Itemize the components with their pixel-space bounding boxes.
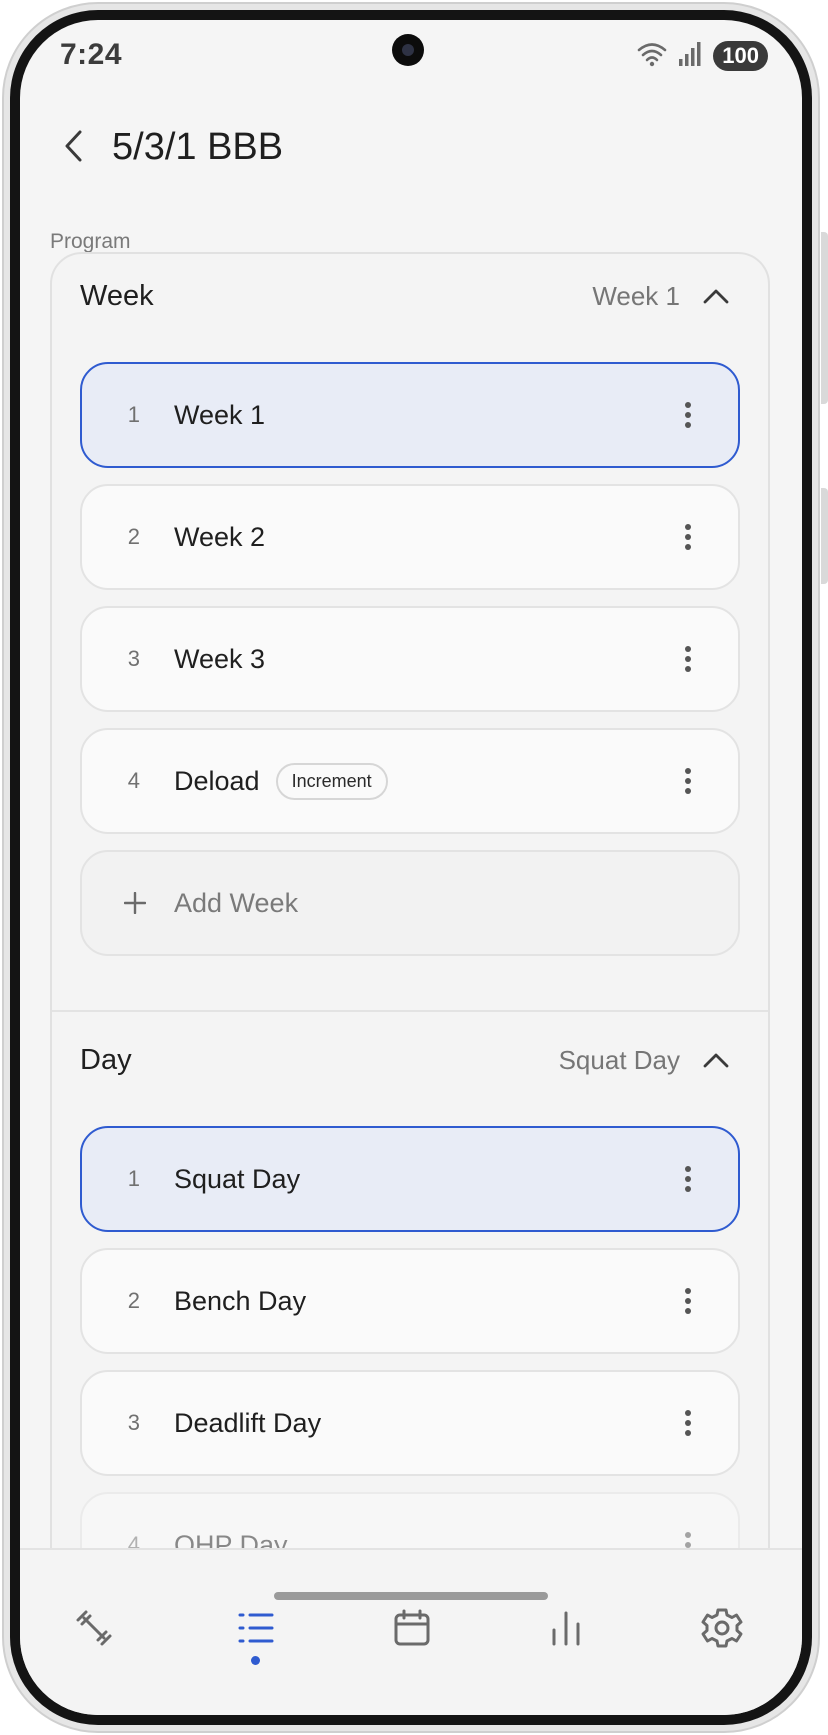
- week-row-3[interactable]: 3 Week 3: [80, 606, 740, 712]
- more-vert-icon[interactable]: [678, 1281, 698, 1321]
- week-group-title: Week: [80, 279, 154, 312]
- bar-chart-icon: [549, 1609, 583, 1652]
- more-vert-icon[interactable]: [678, 395, 698, 435]
- list-icon: [237, 1611, 275, 1650]
- chevron-up-icon[interactable]: [696, 276, 736, 316]
- row-index: 1: [127, 402, 140, 427]
- status-icons: 100: [637, 40, 768, 72]
- row-label: Deadlift Day: [174, 1407, 322, 1438]
- plus-icon: [82, 892, 174, 914]
- row-index: 4: [127, 768, 140, 793]
- volume-button: [821, 232, 828, 404]
- nav-calendar[interactable]: [388, 1606, 436, 1654]
- group-divider: [52, 1010, 768, 1012]
- day-row-3[interactable]: 3 Deadlift Day: [80, 1370, 740, 1476]
- active-indicator: [251, 1656, 260, 1665]
- dumbbell-icon: [73, 1607, 115, 1654]
- week-row-4[interactable]: 4 Deload Increment: [80, 728, 740, 834]
- week-row-1[interactable]: 1 Week 1: [80, 362, 740, 468]
- more-vert-icon[interactable]: [678, 1159, 698, 1199]
- nav-programs[interactable]: [232, 1606, 280, 1654]
- nav-settings[interactable]: [698, 1606, 746, 1654]
- row-index: 1: [127, 1166, 140, 1191]
- increment-badge: Increment: [275, 762, 388, 800]
- row-label: Week 2: [174, 521, 266, 552]
- row-index: 2: [127, 524, 140, 549]
- week-group-header[interactable]: Week Week 1: [80, 266, 736, 326]
- more-vert-icon[interactable]: [678, 1403, 698, 1443]
- row-index: 3: [127, 1410, 140, 1435]
- row-label: Week 3: [174, 643, 266, 674]
- page-title: 5/3/1 BBB: [112, 126, 284, 168]
- row-label: Squat Day: [174, 1163, 301, 1194]
- screen: 7:24 100 5/3/1 BBB Program Week Week 1 1…: [20, 20, 802, 1715]
- day-group-header[interactable]: Day Squat Day: [80, 1030, 736, 1090]
- chevron-left-icon: [63, 129, 85, 168]
- signal-icon: [677, 41, 703, 72]
- more-vert-icon[interactable]: [678, 639, 698, 679]
- day-selected-value: Squat Day: [558, 1044, 680, 1075]
- nav-stats[interactable]: [542, 1606, 590, 1654]
- home-indicator[interactable]: [274, 1592, 548, 1600]
- add-week-label: Add Week: [174, 887, 299, 918]
- chevron-up-icon[interactable]: [696, 1040, 736, 1080]
- week-selected-value: Week 1: [592, 280, 680, 311]
- day-group-title: Day: [80, 1043, 132, 1076]
- more-vert-icon[interactable]: [678, 517, 698, 557]
- bottom-nav: [20, 1548, 802, 1715]
- status-time: 7:24: [60, 38, 123, 71]
- more-vert-icon[interactable]: [678, 761, 698, 801]
- row-label: Week 1: [174, 399, 266, 430]
- front-camera: [392, 34, 424, 66]
- power-button: [821, 488, 828, 584]
- row-label: Bench Day: [174, 1285, 307, 1316]
- wifi-icon: [637, 41, 667, 72]
- week-row-2[interactable]: 2 Week 2: [80, 484, 740, 590]
- calendar-icon: [393, 1609, 431, 1652]
- back-button[interactable]: [54, 124, 94, 172]
- nav-workout[interactable]: [70, 1606, 118, 1654]
- row-index: 3: [127, 646, 140, 671]
- day-row-1[interactable]: 1 Squat Day: [80, 1126, 740, 1232]
- program-card: Week Week 1 1 Week 1 2 Week 2 3 Week 3 4…: [50, 252, 770, 1652]
- row-index: 2: [127, 1288, 140, 1313]
- add-week-button[interactable]: Add Week: [80, 850, 740, 956]
- section-label-program: Program: [50, 230, 131, 253]
- row-label: Deload: [174, 765, 260, 796]
- battery-indicator: 100: [713, 41, 768, 71]
- day-row-2[interactable]: 2 Bench Day: [80, 1248, 740, 1354]
- gear-icon: [701, 1607, 743, 1654]
